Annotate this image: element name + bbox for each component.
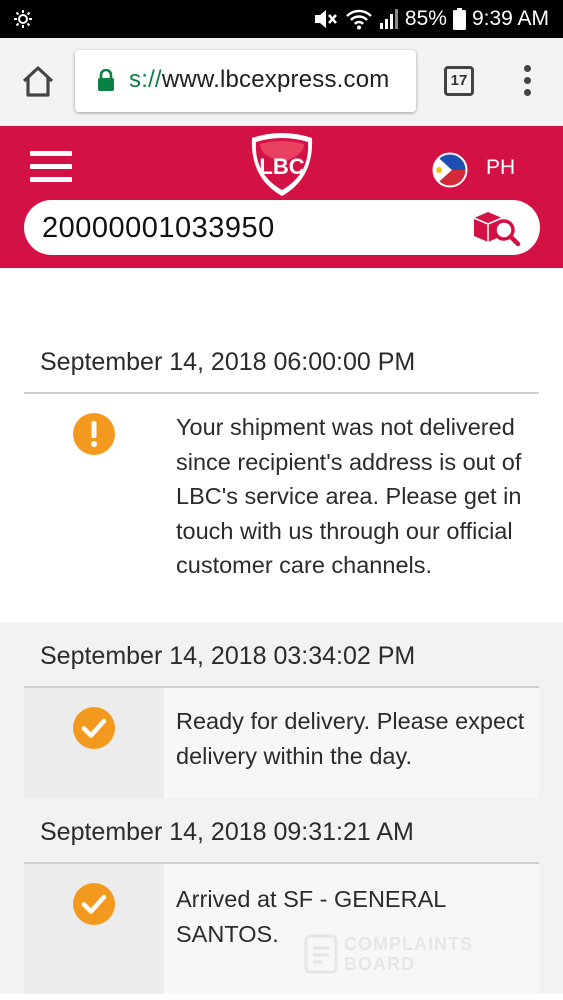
tab-switcher-button[interactable]: 17 <box>444 66 474 96</box>
signal-icon <box>379 9 398 29</box>
overflow-menu-icon[interactable] <box>516 65 538 99</box>
tracking-number[interactable]: 20000001033950 <box>42 212 275 245</box>
logo-text: LBC <box>259 154 304 179</box>
check-icon <box>73 707 115 749</box>
country-code[interactable]: PH <box>486 156 515 180</box>
entry-message: Your shipment was not delivered since re… <box>176 414 522 578</box>
entry-date: September 14, 2018 03:34:02 PM <box>24 622 539 688</box>
entry-date: September 14, 2018 06:00:00 PM <box>24 320 539 394</box>
url-scheme: s:// <box>129 66 162 93</box>
battery-icon <box>452 8 466 30</box>
track-package-search-icon[interactable] <box>470 206 522 250</box>
tracking-search-input[interactable]: 20000001033950 <box>24 200 540 255</box>
tracking-timeline: September 14, 2018 06:00:00 PM Your ship… <box>0 320 563 994</box>
browser-toolbar: s://www.lbcexpress.com 17 <box>0 38 563 126</box>
address-bar[interactable]: s://www.lbcexpress.com <box>75 50 416 112</box>
check-icon <box>73 883 115 925</box>
wifi-icon <box>346 9 372 30</box>
watermark-text: COMPLAINTS BOARD <box>344 934 473 974</box>
philippines-flag-icon[interactable] <box>432 152 468 188</box>
warning-icon <box>73 413 115 455</box>
complaints-board-watermark: COMPLAINTS BOARD <box>304 930 524 980</box>
tracking-entry: September 14, 2018 06:00:00 PM Your ship… <box>0 320 563 622</box>
weather-icon <box>14 10 32 28</box>
entry-icon-column <box>24 864 164 994</box>
site-header: LBC PH 20000001033950 <box>0 126 563 268</box>
entry-icon-column <box>24 394 164 622</box>
mute-icon <box>314 10 337 28</box>
hamburger-menu-icon[interactable] <box>30 151 72 183</box>
url-host: www.lbcexpress.com <box>161 66 390 93</box>
tracking-entry: September 14, 2018 03:34:02 PM Ready for… <box>0 622 563 798</box>
entry-detail: Ready for delivery. Please expect delive… <box>24 688 539 798</box>
entry-detail: Your shipment was not delivered since re… <box>24 394 539 622</box>
watermark-line-1: COMPLAINTS <box>344 934 473 954</box>
entry-date: September 14, 2018 09:31:21 AM <box>24 798 539 864</box>
lock-icon[interactable] <box>97 69 115 91</box>
clock: 9:39 AM <box>471 7 549 30</box>
url-text[interactable]: s://www.lbcexpress.com <box>129 66 389 94</box>
status-bar: 85% 9:39 AM <box>0 0 563 38</box>
entry-icon-column <box>24 688 164 798</box>
watermark-logo-icon <box>304 934 338 974</box>
watermark-line-2: BOARD <box>344 954 415 974</box>
home-icon[interactable] <box>18 62 58 102</box>
lbc-logo[interactable]: LBC <box>244 132 320 198</box>
entry-message: Ready for delivery. Please expect delive… <box>176 708 525 769</box>
battery-level: 85% <box>404 7 447 30</box>
